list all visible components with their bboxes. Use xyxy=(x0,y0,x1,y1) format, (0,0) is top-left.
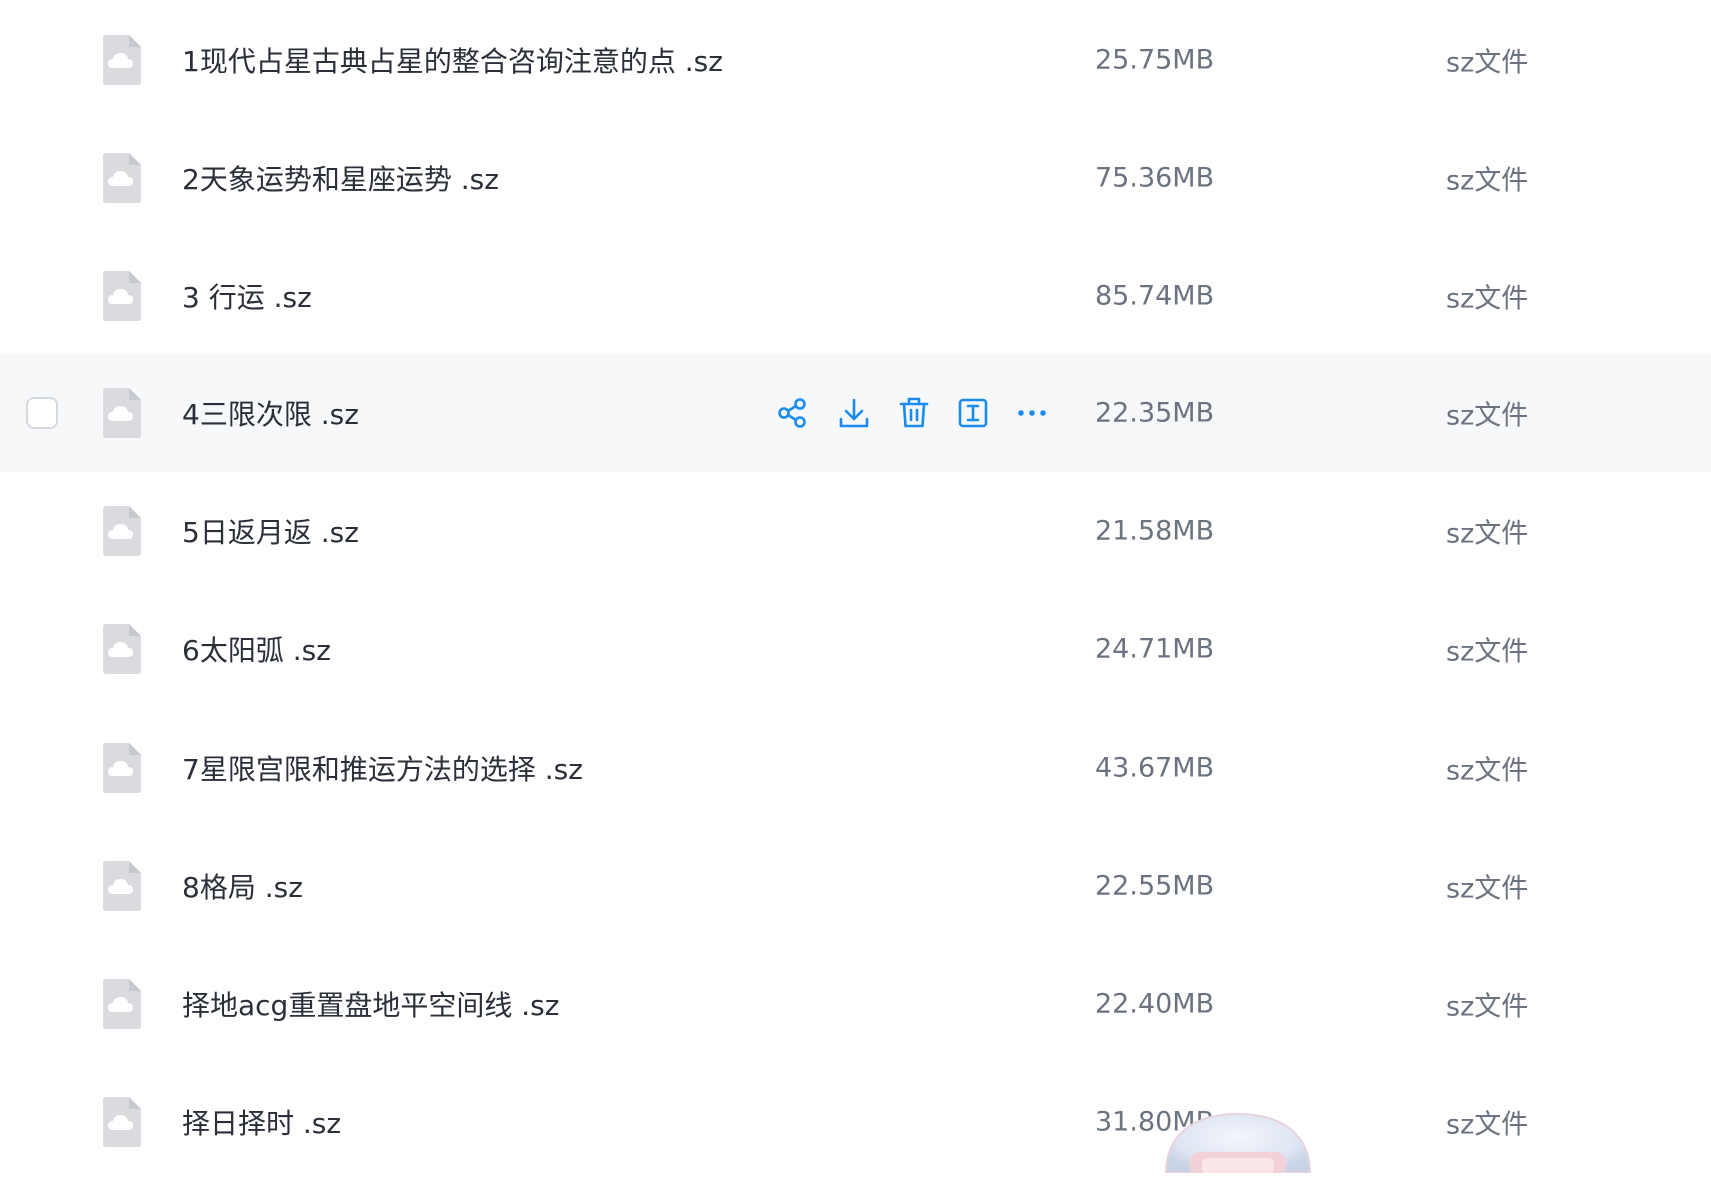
file-size: 21.58MB xyxy=(1095,515,1215,547)
cloud-file-icon xyxy=(99,271,143,321)
file-row-hovered[interactable]: 4三限次限 .sz 22.35MB sz文件 xyxy=(0,354,1711,472)
file-size: 43.67MB xyxy=(1095,752,1215,784)
file-row[interactable]: 3 行运 .sz 85.74MB sz文件 xyxy=(0,237,1711,355)
file-name[interactable]: 1现代占星古典占星的整合咨询注意的点 .sz xyxy=(182,40,723,80)
file-type: sz文件 xyxy=(1446,165,1529,197)
file-type: sz文件 xyxy=(1446,755,1529,787)
file-type: sz文件 xyxy=(1446,1109,1529,1141)
cloud-file-icon xyxy=(99,861,143,911)
file-size: 25.75MB xyxy=(1095,44,1215,76)
cloud-file-icon xyxy=(99,506,143,556)
file-size: 31.80MB xyxy=(1095,1106,1215,1138)
file-type: sz文件 xyxy=(1446,873,1529,905)
file-type: sz文件 xyxy=(1446,636,1529,668)
file-size: 24.71MB xyxy=(1095,633,1215,665)
file-row[interactable]: 6太阳弧 .sz 24.71MB sz文件 xyxy=(0,590,1711,708)
file-size: 22.35MB xyxy=(1095,397,1215,429)
file-name[interactable]: 择日择时 .sz xyxy=(182,1102,341,1142)
file-size: 22.55MB xyxy=(1095,870,1215,902)
download-icon[interactable] xyxy=(836,395,872,431)
file-row[interactable]: 5日返月返 .sz 21.58MB sz文件 xyxy=(0,472,1711,590)
file-type: sz文件 xyxy=(1446,991,1529,1023)
cloud-file-icon xyxy=(99,979,143,1029)
file-size: 75.36MB xyxy=(1095,162,1215,194)
file-row[interactable]: 择地acg重置盘地平空间线 .sz 22.40MB sz文件 xyxy=(0,945,1711,1063)
file-name[interactable]: 8格局 .sz xyxy=(182,866,303,906)
file-row[interactable]: 7星限宫限和推运方法的选择 .sz 43.67MB sz文件 xyxy=(0,709,1711,827)
file-name[interactable]: 7星限宫限和推运方法的选择 .sz xyxy=(182,748,583,788)
cloud-file-icon xyxy=(99,153,143,203)
file-size: 85.74MB xyxy=(1095,280,1215,312)
row-checkbox[interactable] xyxy=(26,397,58,429)
share-icon[interactable] xyxy=(775,395,811,431)
rename-icon[interactable] xyxy=(955,395,991,431)
file-name[interactable]: 5日返月返 .sz xyxy=(182,511,359,551)
file-row[interactable]: 2天象运势和星座运势 .sz 75.36MB sz文件 xyxy=(0,119,1711,237)
file-size: 22.40MB xyxy=(1095,988,1215,1020)
file-name[interactable]: 6太阳弧 .sz xyxy=(182,629,331,669)
file-type: sz文件 xyxy=(1446,400,1529,432)
cloud-file-icon xyxy=(99,1097,143,1147)
file-type: sz文件 xyxy=(1446,283,1529,315)
file-row[interactable]: 1现代占星古典占星的整合咨询注意的点 .sz 25.75MB sz文件 xyxy=(0,1,1711,119)
file-row[interactable]: 8格局 .sz 22.55MB sz文件 xyxy=(0,827,1711,945)
file-type: sz文件 xyxy=(1446,518,1529,550)
file-type: sz文件 xyxy=(1446,47,1529,79)
cloud-file-icon xyxy=(99,743,143,793)
file-name[interactable]: 2天象运势和星座运势 .sz xyxy=(182,158,499,198)
file-name[interactable]: 4三限次限 .sz xyxy=(182,393,359,433)
cloud-file-icon xyxy=(99,388,143,438)
more-icon[interactable] xyxy=(1014,395,1050,431)
trash-icon[interactable] xyxy=(896,395,932,431)
cloud-file-icon xyxy=(99,35,143,85)
file-name[interactable]: 3 行运 .sz xyxy=(182,276,312,316)
file-row[interactable]: 择日择时 .sz 31.80MB sz文件 xyxy=(0,1063,1711,1181)
file-name[interactable]: 择地acg重置盘地平空间线 .sz xyxy=(182,984,559,1024)
cloud-file-icon xyxy=(99,624,143,674)
